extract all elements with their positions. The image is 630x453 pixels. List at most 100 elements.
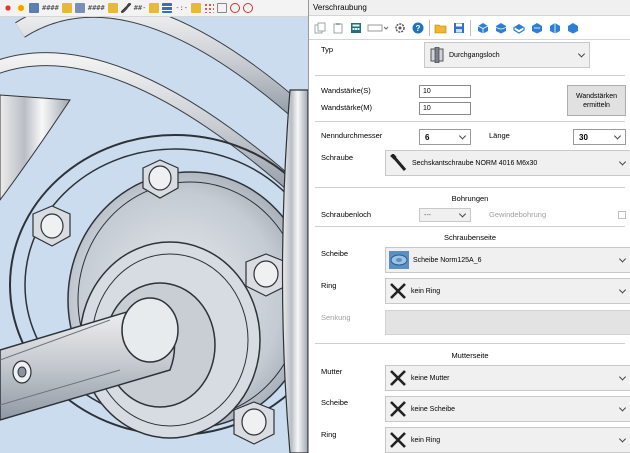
cad-toolbar: #### #### ##- -:- <box>0 0 308 17</box>
senkung-label: Senkung <box>321 313 351 322</box>
schraubenloch-select[interactable]: --- <box>419 208 471 222</box>
chevron-down-icon <box>618 404 627 412</box>
dots-icon[interactable] <box>204 3 215 13</box>
settings-icon[interactable] <box>393 21 407 35</box>
ring-select[interactable]: kein Ring <box>385 278 630 304</box>
through-hole-icon <box>430 46 444 64</box>
layers-icon[interactable] <box>162 3 173 13</box>
wandstaerke-s-label: Wandstärke(S) <box>321 86 371 95</box>
laenge-label: Länge <box>489 131 510 140</box>
schraube-value: Sechskantschraube NORM 4016 M6x30 <box>412 159 538 167</box>
scheibe-label: Scheibe <box>321 249 349 258</box>
calculator-icon[interactable] <box>349 21 363 35</box>
toolbar-dash: -:- <box>175 4 189 12</box>
toolbar-separator <box>470 19 471 36</box>
zoom-out-icon[interactable] <box>243 3 254 13</box>
ring-value: kein Ring <box>411 287 441 295</box>
lock-icon[interactable] <box>61 3 72 13</box>
gewindebohrung-checkbox[interactable] <box>618 211 626 219</box>
cube-side-icon[interactable] <box>529 21 543 35</box>
lock-icon[interactable] <box>149 3 160 13</box>
chevron-down-icon <box>618 435 627 443</box>
pencil-icon[interactable] <box>120 3 131 13</box>
mutter-select[interactable]: keine Mutter <box>385 365 630 391</box>
chevron-down-icon <box>577 50 586 58</box>
paste-icon[interactable] <box>331 21 345 35</box>
measure-icon[interactable] <box>367 21 389 35</box>
typ-value: Durchgangsloch <box>449 51 500 59</box>
nenndurchmesser-value: 6 <box>425 132 430 142</box>
mutter-ring-select[interactable]: kein Ring <box>385 427 630 453</box>
gewindebohrung-label: Gewindebohrung <box>489 210 547 219</box>
chevron-down-icon <box>618 158 627 166</box>
chevron-down-icon <box>618 255 627 263</box>
none-x-icon <box>389 369 407 387</box>
cad-viewport[interactable]: #### #### ##- -:- <box>0 0 308 453</box>
chevron-down-icon <box>618 286 627 294</box>
mutter-value: keine Mutter <box>411 374 450 382</box>
nenndurchmesser-select[interactable]: 6 <box>419 129 471 145</box>
typ-select[interactable]: Durchgangsloch <box>424 42 590 68</box>
typ-label: Typ <box>321 45 334 54</box>
grid-icon[interactable] <box>217 3 228 13</box>
mutter-ring-label: Ring <box>321 430 337 439</box>
laenge-value: 30 <box>579 132 588 142</box>
snap-point-icon[interactable] <box>3 3 13 13</box>
wandstaerken-ermitteln-button[interactable]: Wandstärken ermitteln <box>567 85 626 116</box>
copy-icon[interactable] <box>313 21 327 35</box>
cube-back-icon[interactable] <box>565 21 579 35</box>
calculator-icon[interactable] <box>29 3 39 13</box>
toolbar-separator <box>429 19 430 36</box>
toolbar-hash-3: ##- <box>133 4 147 12</box>
mutter-label: Mutter <box>321 367 343 376</box>
mutter-ring-value: kein Ring <box>411 436 441 444</box>
cad-drawing <box>0 17 308 453</box>
cube-icon[interactable] <box>475 21 489 35</box>
mutter-scheibe-value: keine Scheibe <box>411 405 455 413</box>
open-folder-icon[interactable] <box>434 21 448 35</box>
scheibe-select[interactable]: Scheibe Norm125A_6 <box>385 247 630 273</box>
lock-icon[interactable] <box>191 3 202 13</box>
lock-icon[interactable] <box>107 3 118 13</box>
schraube-label: Schraube <box>321 153 354 162</box>
mutterseite-heading: Mutterseite <box>451 351 489 360</box>
none-x-icon <box>389 431 407 449</box>
schraubenseite-heading: Schraubenseite <box>443 233 497 242</box>
cube-rotate-icon[interactable] <box>493 21 507 35</box>
wandstaerke-m-label: Wandstärke(M) <box>321 103 372 112</box>
divider <box>315 343 625 344</box>
washer-icon <box>389 251 409 269</box>
divider <box>315 121 625 122</box>
chevron-down-icon <box>613 132 622 140</box>
ring-label: Ring <box>321 281 337 290</box>
verschraubung-panel: Verschraubung ? Typ Durchgangsloch Wands… <box>308 0 630 453</box>
wandstaerke-s-input[interactable]: 10 <box>419 85 471 98</box>
schraubenloch-value: --- <box>424 211 431 219</box>
divider <box>315 187 625 188</box>
chevron-down-icon <box>458 210 467 218</box>
none-x-icon <box>389 282 407 300</box>
nenndurchmesser-label: Nenndurchmesser <box>321 131 383 140</box>
schraubenloch-label: Schraubenloch <box>321 210 372 219</box>
cube-front-icon[interactable] <box>547 21 561 35</box>
save-icon[interactable] <box>452 21 466 35</box>
chevron-down-icon <box>458 132 467 140</box>
zoom-icon[interactable] <box>230 3 241 13</box>
bohrungen-heading: Bohrungen <box>451 194 489 203</box>
laenge-select[interactable]: 30 <box>573 129 626 145</box>
divider <box>315 226 625 227</box>
chevron-down-icon <box>618 373 627 381</box>
mutter-scheibe-label: Scheibe <box>321 398 349 407</box>
sun-icon[interactable] <box>16 3 26 13</box>
help-icon[interactable]: ? <box>411 21 425 35</box>
mutter-scheibe-select[interactable]: keine Scheibe <box>385 396 630 422</box>
scheibe-value: Scheibe Norm125A_6 <box>413 256 482 264</box>
page-icon[interactable] <box>74 3 85 13</box>
panel-title: Verschraubung <box>309 0 630 16</box>
cube-top-icon[interactable] <box>511 21 525 35</box>
wandstaerke-m-input[interactable]: 10 <box>419 102 471 115</box>
toolbar-hash-1: #### <box>42 4 59 12</box>
senkung-field <box>385 310 630 335</box>
schraube-select[interactable]: Sechskantschraube NORM 4016 M6x30 <box>385 150 630 176</box>
screw-icon <box>390 153 408 172</box>
